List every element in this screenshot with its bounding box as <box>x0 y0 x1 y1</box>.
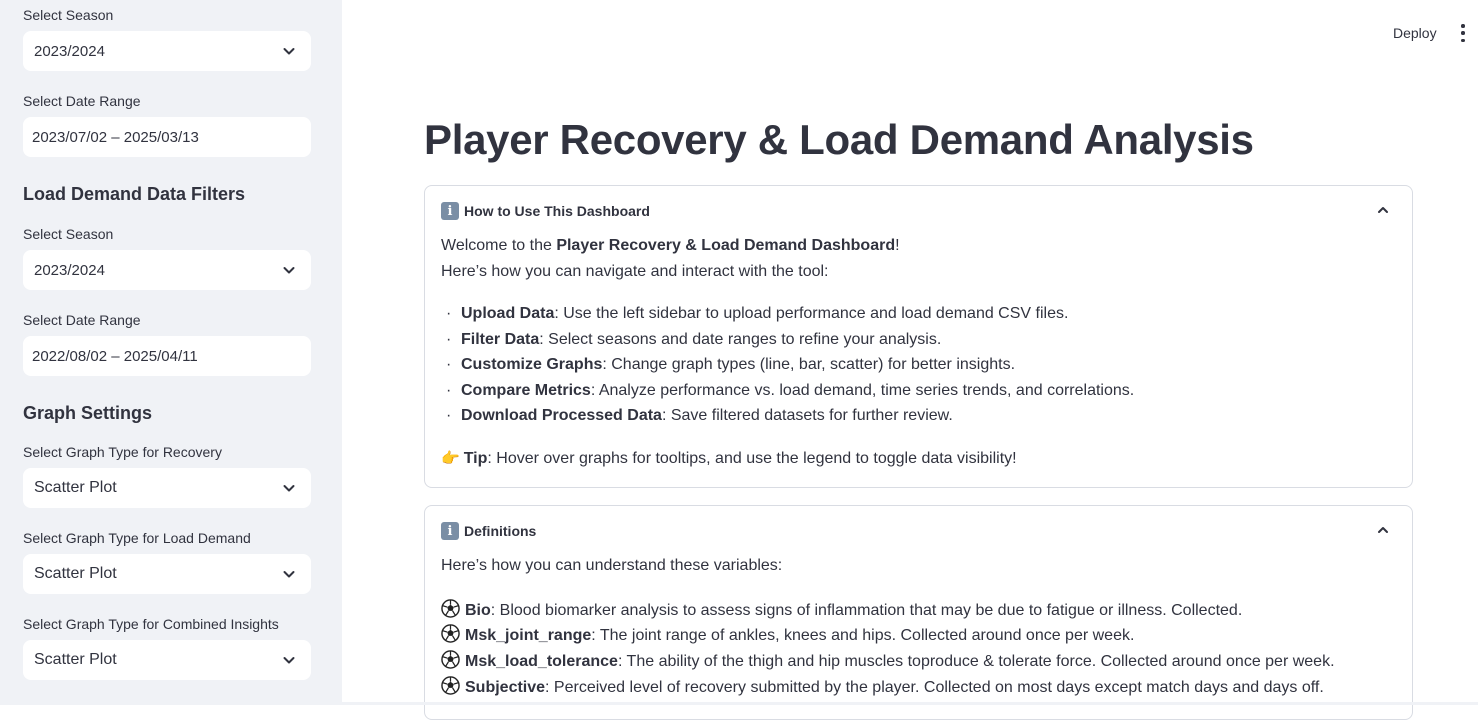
graph-combined-select[interactable]: Scatter Plot <box>23 640 311 680</box>
chevron-up-icon[interactable] <box>1376 203 1390 217</box>
list-item-text: : Save filtered datasets for further rev… <box>661 407 953 424</box>
list-item: Bio: Blood biomarker analysis to assess … <box>441 599 1242 620</box>
soccer-ball-icon <box>441 650 460 669</box>
list-item-text: : The joint range of ankles, knees and h… <box>591 627 1135 644</box>
welcome-suffix: ! <box>895 237 900 254</box>
chevron-down-icon <box>281 262 297 278</box>
tip-line: 👉 Tip: Hover over graphs for tooltips, an… <box>441 449 1017 468</box>
pointing-hand-icon: 👉 <box>441 450 460 467</box>
graph-recovery-label: Select Graph Type for Recovery <box>23 444 222 460</box>
recovery-season-value: 2023/2024 <box>34 42 105 60</box>
load-date-value: 2022/08/02 – 2025/04/11 <box>32 347 198 365</box>
soccer-ball-icon <box>441 676 460 695</box>
list-item-bold: Download Processed Data <box>461 407 662 424</box>
info-icon: i <box>441 522 459 540</box>
recovery-season-label: Select Season <box>23 7 114 23</box>
list-item-bold: Compare Metrics <box>461 382 591 399</box>
bullet-dot: · <box>446 356 452 373</box>
graph-combined-label: Select Graph Type for Combined Insights <box>23 616 279 632</box>
graph-settings-heading: Graph Settings <box>23 403 153 423</box>
how-to-intro: Here’s how you can navigate and interact… <box>441 263 829 280</box>
recovery-date-value: 2023/07/02 – 2025/03/13 <box>32 128 199 146</box>
graph-load-label: Select Graph Type for Load Demand <box>23 530 251 546</box>
how-to-title: How to Use This Dashboard <box>464 203 650 219</box>
chevron-down-icon <box>281 652 297 668</box>
list-item-text: : Use the left sidebar to upload perform… <box>554 305 1069 322</box>
list-item-bold: Msk_load_tolerance <box>465 653 618 670</box>
bullet-dot: · <box>446 305 452 322</box>
list-item-text: : Change graph types (line, bar, scatter… <box>602 356 1016 373</box>
recovery-date-label: Select Date Range <box>23 93 141 109</box>
bullet-dot: · <box>446 407 452 424</box>
load-season-label: Select Season <box>23 226 114 242</box>
load-season-value: 2023/2024 <box>34 261 105 279</box>
how-to-expander: i How to Use This Dashboard Welcome to t… <box>424 185 1413 488</box>
load-date-label: Select Date Range <box>23 312 141 328</box>
definitions-expander-header[interactable]: i Definitions <box>441 522 1396 540</box>
list-item: · Upload Data: Use the left sidebar to up… <box>441 305 1068 323</box>
chevron-up-icon[interactable] <box>1376 523 1390 537</box>
recovery-season-select[interactable]: 2023/2024 <box>23 31 311 71</box>
graph-load-select[interactable]: Scatter Plot <box>23 554 311 594</box>
list-item: Msk_load_tolerance: The ability of the t… <box>441 650 1335 671</box>
soccer-ball-icon <box>441 599 460 618</box>
page-title: Player Recovery & Load Demand Analysis <box>424 116 1254 163</box>
bullet-dot: · <box>446 382 452 399</box>
list-item-bold: Upload Data <box>461 305 555 322</box>
list-item-bold: Msk_joint_range <box>465 627 592 644</box>
list-item-bold: Customize Graphs <box>461 356 603 373</box>
deploy-button[interactable]: Deploy <box>1393 25 1437 41</box>
graph-recovery-select[interactable]: Scatter Plot <box>23 468 311 508</box>
chevron-down-icon <box>281 43 297 59</box>
list-item: · Compare Metrics: Analyze performance vs… <box>441 382 1134 400</box>
load-season-select[interactable]: 2023/2024 <box>23 250 311 290</box>
list-item-bold: Filter Data <box>461 331 540 348</box>
how-to-expander-header[interactable]: i How to Use This Dashboard <box>441 202 1396 220</box>
welcome-bold: Player Recovery & Load Demand Dashboard <box>556 237 896 254</box>
graph-combined-value: Scatter Plot <box>34 651 117 668</box>
kebab-menu-icon[interactable] <box>1458 24 1468 42</box>
main-content: Deploy Player Recovery & Load Demand Ana… <box>342 0 1478 720</box>
list-item-text: : Analyze performance vs. load demand, t… <box>590 382 1135 399</box>
list-item-bold: Bio <box>465 602 491 619</box>
list-item: Subjective: Perceived level of recovery … <box>441 676 1324 697</box>
tip-text: : Hover over graphs for tooltips, and us… <box>487 450 1017 467</box>
load-date-input[interactable]: 2022/08/02 – 2025/04/11 <box>23 336 311 376</box>
definitions-title: Definitions <box>464 523 537 539</box>
load-filters-heading: Load Demand Data Filters <box>23 184 246 204</box>
definitions-expander: i Definitions Here’s how you can underst… <box>424 505 1413 720</box>
list-item-text: : The ability of the thigh and hip muscl… <box>617 653 1335 670</box>
bullet-dot: · <box>446 331 452 348</box>
list-item-text: : Perceived level of recovery submitted … <box>545 679 1324 696</box>
list-item-text: : Select seasons and date ranges to refi… <box>539 331 942 348</box>
list-item: · Filter Data: Select seasons and date ra… <box>441 331 941 349</box>
list-item-text: : Blood biomarker analysis to assess sig… <box>490 602 1243 619</box>
tip-bold: Tip <box>463 450 488 467</box>
soccer-ball-icon <box>441 624 460 643</box>
chevron-down-icon <box>281 480 297 496</box>
welcome-prefix: Welcome to the <box>441 237 557 254</box>
sidebar: Select Season 2023/2024 Select Date Rang… <box>0 0 342 705</box>
list-item: Msk_joint_range: The joint range of ankl… <box>441 624 1134 645</box>
recovery-date-input[interactable]: 2023/07/02 – 2025/03/13 <box>23 117 311 157</box>
info-icon: i <box>441 202 459 220</box>
welcome-line: Welcome to the Player Recovery & Load De… <box>441 237 900 255</box>
list-item: · Download Processed Data: Save filtered … <box>441 407 953 425</box>
graph-load-value: Scatter Plot <box>34 565 117 582</box>
list-item: · Customize Graphs: Change graph types (l… <box>441 356 1015 374</box>
chevron-down-icon <box>281 566 297 582</box>
definitions-intro: Here’s how you can understand these vari… <box>441 557 783 574</box>
graph-recovery-value: Scatter Plot <box>34 479 117 496</box>
list-item-bold: Subjective <box>465 679 546 696</box>
